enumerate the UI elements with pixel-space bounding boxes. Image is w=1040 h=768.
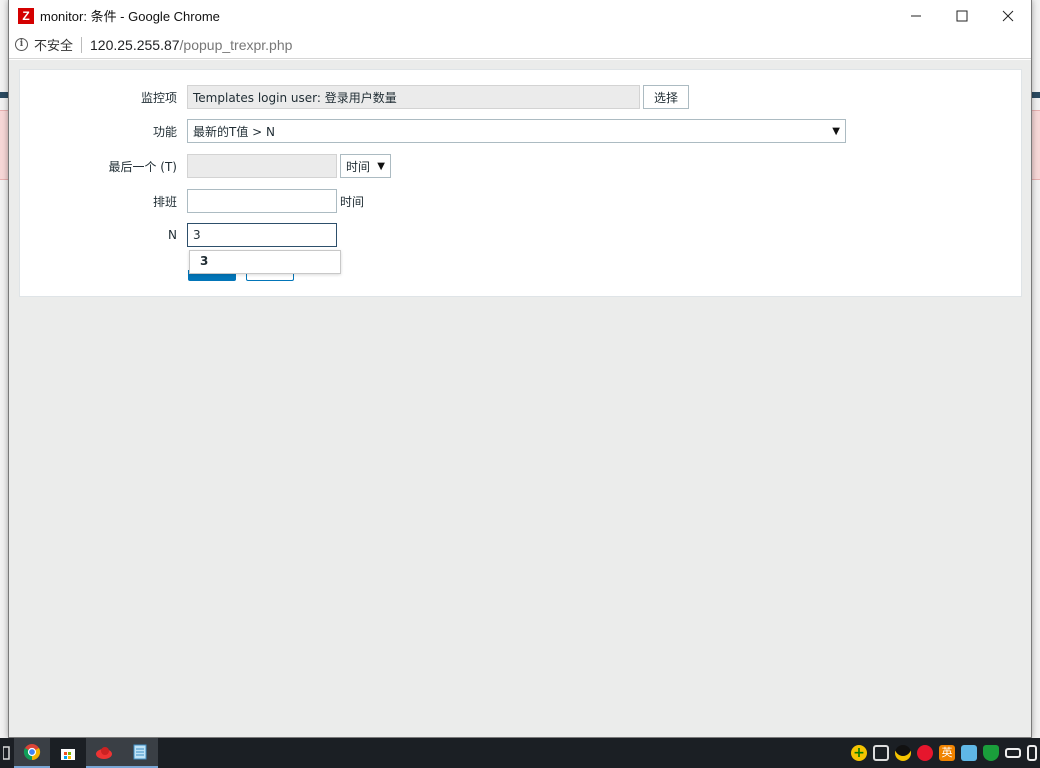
chrome-icon[interactable] <box>14 738 50 768</box>
title-bar: Z monitor: 条件 - Google Chrome <box>9 0 1031 31</box>
keyboard-icon[interactable] <box>961 745 977 761</box>
shift-suffix: 时间 <box>340 194 365 209</box>
background-page-left <box>0 0 8 738</box>
minimize-button[interactable] <box>893 0 939 31</box>
autocomplete-dropdown: 3 <box>189 250 341 274</box>
address-bar[interactable]: i 不安全 120.25.255.87/popup_trexpr.php <box>9 31 1031 59</box>
weibo-icon[interactable] <box>917 745 933 761</box>
system-tray: + 英 <box>848 738 1040 768</box>
maximize-icon <box>956 10 968 21</box>
info-icon[interactable]: i <box>15 38 28 51</box>
function-select-value: 最新的T值 > N <box>193 124 275 139</box>
chevron-down-icon: ▼ <box>377 160 385 172</box>
url-path[interactable]: /popup_trexpr.php <box>180 37 293 53</box>
security-label[interactable]: 不安全 <box>34 35 73 54</box>
maximize-button[interactable] <box>939 0 985 31</box>
select-item-button[interactable]: 选择 <box>643 85 690 109</box>
autocomplete-option[interactable]: 3 <box>200 254 330 268</box>
n-label: N <box>168 228 177 242</box>
url-host[interactable]: 120.25.255.87 <box>90 37 180 53</box>
taskbar: + 英 <box>0 738 1040 768</box>
qq-icon[interactable] <box>895 745 911 761</box>
function-select[interactable]: 最新的T值 > N ▼ <box>187 119 846 143</box>
browser-window: Z monitor: 条件 - Google Chrome i 不安全 120.… <box>8 0 1032 738</box>
item-label: 监控项 <box>140 90 177 105</box>
row-shift: 排班 时间 <box>20 189 364 213</box>
row-last: 最后一个 (T) 时间 ▼ <box>20 154 391 178</box>
store-icon[interactable] <box>50 738 86 768</box>
background-page-right <box>1032 0 1040 738</box>
last-label: 最后一个 (T) <box>108 159 177 174</box>
function-label: 功能 <box>152 124 177 139</box>
last-unit-select[interactable]: 时间 ▼ <box>340 154 391 178</box>
row-function: 功能 最新的T值 > N ▼ <box>20 119 846 143</box>
add-icon[interactable]: + <box>851 745 867 761</box>
row-n: N 3 <box>20 223 337 247</box>
chevron-down-icon: ▼ <box>832 125 840 137</box>
network-icon[interactable] <box>873 745 889 761</box>
zabbix-app-icon: Z <box>18 7 34 24</box>
condition-form-panel: 监控项 Templates login user: 登录用户数量 选择 功能 最… <box>19 69 1022 297</box>
battery-icon[interactable] <box>1005 748 1021 758</box>
notepad-icon[interactable] <box>122 738 158 768</box>
shield-icon[interactable] <box>983 745 999 761</box>
shift-input[interactable] <box>187 189 337 213</box>
row-item: 监控项 Templates login user: 登录用户数量 选择 <box>20 85 690 109</box>
n-input[interactable]: 3 <box>187 223 337 247</box>
display-icon[interactable] <box>1027 745 1037 761</box>
close-icon <box>1002 10 1014 21</box>
ime-icon[interactable]: 英 <box>939 745 955 761</box>
last-unit-value: 时间 <box>346 159 371 174</box>
window-title: monitor: 条件 - Google Chrome <box>40 9 220 24</box>
item-field: Templates login user: 登录用户数量 <box>187 85 640 109</box>
last-field <box>187 154 337 178</box>
shift-label: 排班 <box>152 194 177 209</box>
page-content: 监控项 Templates login user: 登录用户数量 选择 功能 最… <box>9 60 1031 737</box>
snail-app-icon[interactable] <box>86 738 122 768</box>
minimize-icon <box>911 15 921 16</box>
close-button[interactable] <box>985 0 1031 31</box>
address-separator <box>81 36 83 53</box>
explorer-icon[interactable] <box>0 738 14 768</box>
